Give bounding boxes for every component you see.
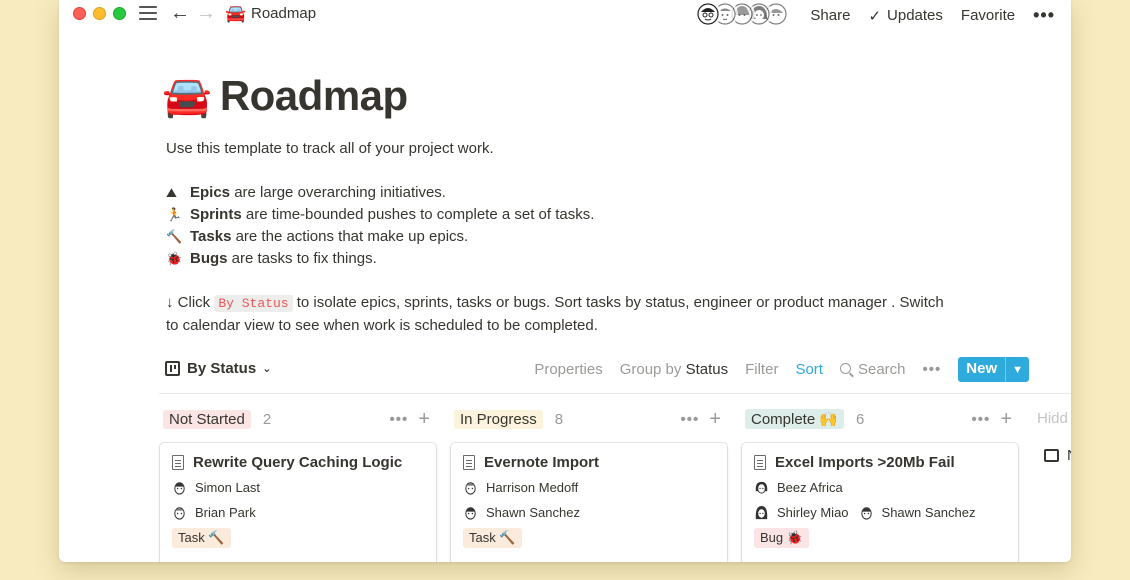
filter-button[interactable]: Filter <box>745 361 778 378</box>
card-title: Excel Imports >20Mb Fail <box>775 454 955 471</box>
status-pill: Complete 🙌 <box>745 409 845 429</box>
search-icon <box>839 363 851 374</box>
hidden-column-item[interactable]: N <box>1044 447 1071 464</box>
person[interactable]: Simon Last <box>172 480 260 495</box>
favorite-button[interactable]: Favorite <box>961 7 1015 24</box>
column-header-in-progress[interactable]: In Progress 8 ••• + <box>454 408 724 430</box>
breadcrumb-page-icon[interactable]: 🚘 <box>225 4 246 24</box>
collaborator-avatars[interactable] <box>695 1 795 27</box>
person-avatar-icon <box>174 506 185 520</box>
column-count: 2 <box>262 410 272 428</box>
breadcrumb[interactable]: Roadmap <box>251 5 316 22</box>
board-card[interactable]: Evernote Import Harrison Medoff Shawn Sa… <box>451 443 727 562</box>
top-actions: Share ✓ Updates Favorite ••• <box>792 5 1055 26</box>
column-count: 6 <box>856 410 865 428</box>
app-window: ← → 🚘 Roadmap Share ✓ Updates Favorite •… <box>59 0 1071 562</box>
type-tag: Task 🔨 <box>172 528 231 548</box>
person-avatar-icon <box>860 506 872 520</box>
forward-arrow-icon[interactable]: → <box>196 2 216 25</box>
person[interactable]: Beez Africa <box>754 480 843 495</box>
person[interactable]: Brian Park <box>172 505 256 520</box>
person[interactable]: Shawn Sanchez <box>859 505 975 520</box>
column-header-not-started[interactable]: Not Started 2 ••• + <box>163 408 433 430</box>
chevron-down-icon[interactable]: ▼ <box>1005 357 1029 382</box>
check-icon: ✓ <box>868 7 882 25</box>
more-options-icon[interactable]: ••• <box>1033 5 1055 26</box>
view-more-icon[interactable]: ••• <box>923 361 942 378</box>
status-pill: Not Started <box>163 409 251 429</box>
group-by-button[interactable]: Group by Status <box>620 361 728 378</box>
new-button-label[interactable]: New <box>958 357 1006 382</box>
inbox-icon <box>1044 449 1059 462</box>
share-button[interactable]: Share <box>810 7 850 24</box>
page-title[interactable]: Roadmap <box>220 72 408 120</box>
view-options: Properties Group by Status Filter Sort S… <box>517 357 1029 382</box>
updates-button[interactable]: ✓ Updates <box>868 7 942 25</box>
hidden-columns-header[interactable]: Hidd <box>1037 410 1068 427</box>
close-window-button[interactable] <box>73 7 86 20</box>
new-button[interactable]: New ▼ <box>958 357 1029 382</box>
minimize-window-button[interactable] <box>93 7 106 20</box>
document-icon <box>172 455 184 470</box>
board-icon <box>165 361 180 376</box>
column-more-icon[interactable]: ••• <box>390 411 409 428</box>
mountain-icon: ⛰ <box>166 185 177 200</box>
legend-line-bugs[interactable]: 🐞 Bugs are tasks to fix things. <box>166 250 377 267</box>
chevron-down-icon: ⌄ <box>262 363 272 375</box>
document-icon <box>754 455 766 470</box>
add-card-icon[interactable]: + <box>709 408 721 431</box>
inline-code: By Status <box>214 295 293 312</box>
back-arrow-icon[interactable]: ← <box>170 2 190 25</box>
view-selector[interactable]: By Status ⌄ <box>165 360 271 377</box>
board-card[interactable]: Rewrite Query Caching Logic Simon Last B… <box>160 443 436 562</box>
person-avatar-icon <box>465 506 476 520</box>
add-card-icon[interactable]: + <box>1000 408 1012 431</box>
title-bar: ← → 🚘 Roadmap Share ✓ Updates Favorite •… <box>59 0 1071 28</box>
view-toolbar: By Status ⌄ Properties Group by Status F… <box>159 356 1071 394</box>
column-header-complete[interactable]: Complete 🙌 6 ••• + <box>745 408 1015 430</box>
person[interactable]: Shawn Sanchez <box>463 505 580 520</box>
search-button[interactable]: Search <box>839 361 906 378</box>
properties-button[interactable]: Properties <box>534 361 602 378</box>
person[interactable]: Shirley Miao <box>754 505 849 520</box>
view-name: By Status <box>187 360 257 377</box>
instructions-line-1[interactable]: ↓ Click By Status to isolate epics, spri… <box>166 294 944 312</box>
hammer-icon: 🔨 <box>166 229 183 244</box>
person-avatar-icon <box>174 481 185 495</box>
legend-line-sprints[interactable]: 🏃 Sprints are time-bounded pushes to comp… <box>166 206 594 223</box>
sidebar-toggle-icon[interactable] <box>139 6 157 21</box>
person[interactable]: Harrison Medoff <box>463 480 578 495</box>
type-tag: Bug 🐞 <box>754 528 809 548</box>
card-title: Rewrite Query Caching Logic <box>193 454 403 471</box>
legend-line-epics[interactable]: ⛰ Epics are large overarching initiatives… <box>166 184 446 201</box>
add-card-icon[interactable]: + <box>418 408 430 431</box>
status-pill: In Progress <box>454 409 543 429</box>
runner-icon: 🏃 <box>166 207 183 222</box>
page-icon[interactable]: 🚘 <box>162 73 212 120</box>
board-card[interactable]: Excel Imports >20Mb Fail Beez Africa Shi… <box>742 443 1018 562</box>
legend-line-tasks[interactable]: 🔨 Tasks are the actions that make up epic… <box>166 228 468 245</box>
card-title: Evernote Import <box>484 454 600 471</box>
maximize-window-button[interactable] <box>113 7 126 20</box>
sort-button[interactable]: Sort <box>795 361 823 378</box>
person-avatar-icon <box>755 481 768 494</box>
instructions-line-2[interactable]: to calendar view to see when work is sch… <box>166 317 598 334</box>
document-icon <box>463 455 475 470</box>
page-header: 🚘 Roadmap <box>162 72 408 120</box>
type-tag: Task 🔨 <box>463 528 522 548</box>
avatar[interactable] <box>695 1 721 27</box>
person-avatar-icon <box>755 505 768 519</box>
updates-label: Updates <box>887 7 943 24</box>
bug-icon: 🐞 <box>166 251 183 266</box>
column-count: 8 <box>554 410 564 428</box>
person-avatar-icon <box>465 481 476 495</box>
column-more-icon[interactable]: ••• <box>681 411 700 428</box>
intro-text[interactable]: Use this template to track all of your p… <box>166 140 494 157</box>
column-more-icon[interactable]: ••• <box>972 411 991 428</box>
